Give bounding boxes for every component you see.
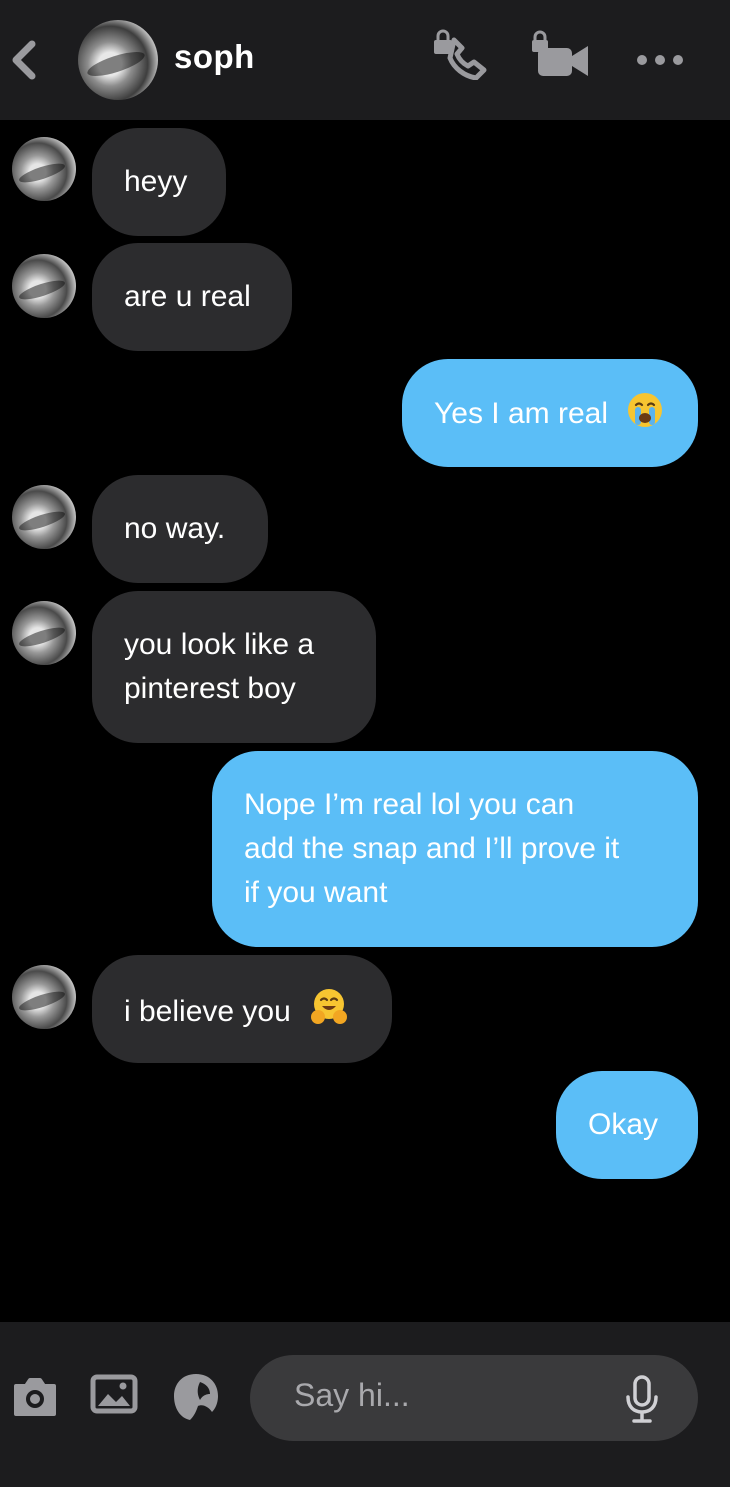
message-input-placeholder: Say hi... (294, 1377, 410, 1413)
message-text-line: pinterest boy (124, 672, 296, 705)
message-text-line: add the snap and I’ll prove it (244, 832, 620, 865)
microphone-icon[interactable] (624, 1375, 660, 1423)
sticker-icon[interactable] (172, 1372, 220, 1422)
message-row: you look like a pinterest boy (0, 591, 730, 743)
contact-avatar[interactable] (78, 20, 158, 100)
message-bubble-outgoing[interactable]: Yes I am real (402, 359, 698, 467)
message-text-line: Nope I’m real lol you can (244, 788, 575, 821)
message-row: Yes I am real (0, 359, 730, 467)
sender-avatar (12, 137, 76, 201)
crying-face-icon (628, 393, 663, 427)
message-bubble-incoming[interactable]: no way. (92, 475, 268, 583)
message-text: Okay (588, 1108, 659, 1141)
sender-avatar (12, 254, 76, 318)
contact-name[interactable]: soph (174, 38, 255, 76)
message-input[interactable]: Say hi... (250, 1355, 698, 1441)
gallery-icon[interactable] (90, 1374, 138, 1414)
message-row: Nope I’m real lol you can add the snap a… (0, 751, 730, 947)
message-text: Yes I am real (434, 397, 608, 430)
message-bubble-incoming[interactable]: heyy (92, 128, 226, 236)
phone-lock-icon[interactable] (432, 28, 490, 80)
composer-bar: Say hi... (0, 1322, 730, 1487)
chat-header: soph (0, 0, 730, 120)
message-bubble-incoming[interactable]: i believe you (92, 955, 392, 1063)
more-dots-icon[interactable] (634, 48, 686, 72)
back-chevron-icon[interactable] (6, 40, 42, 80)
sender-avatar (12, 965, 76, 1029)
hugging-face-icon (311, 989, 348, 1024)
video-lock-icon[interactable] (530, 30, 592, 80)
message-bubble-outgoing[interactable]: Okay (556, 1071, 698, 1179)
message-text: no way. (124, 512, 226, 545)
camera-icon[interactable] (12, 1372, 58, 1420)
message-text-line: if you want (244, 876, 388, 909)
sender-avatar (12, 485, 76, 549)
message-text: heyy (124, 165, 188, 198)
message-text: are u real (124, 280, 251, 313)
message-row: heyy (0, 128, 730, 236)
message-text-line: you look like a (124, 628, 315, 661)
message-row: i believe you (0, 955, 730, 1063)
message-bubble-incoming[interactable]: are u real (92, 243, 292, 351)
sender-avatar (12, 601, 76, 665)
message-row: Okay (0, 1071, 730, 1179)
message-row: no way. (0, 475, 730, 583)
message-bubble-incoming[interactable]: you look like a pinterest boy (92, 591, 376, 743)
message-text: i believe you (124, 995, 291, 1028)
message-bubble-outgoing[interactable]: Nope I’m real lol you can add the snap a… (212, 751, 698, 947)
message-row: are u real (0, 243, 730, 351)
